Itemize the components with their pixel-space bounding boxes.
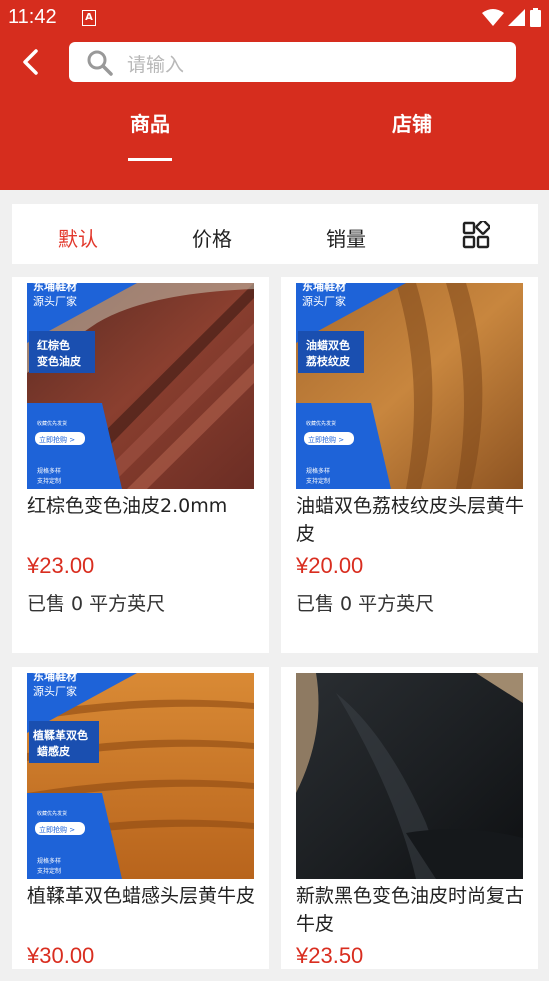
product-title: 红棕色变色油皮2.0mm xyxy=(27,495,228,517)
svg-text:源头厂家: 源头厂家 xyxy=(33,684,77,698)
active-tab-indicator xyxy=(128,158,172,161)
svg-text:红棕色: 红棕色 xyxy=(37,338,70,352)
product-title: 植鞣革双色蜡感头层黄牛皮 xyxy=(27,885,256,907)
search-input[interactable]: 请输入 xyxy=(69,42,516,82)
svg-text:荔枝纹皮: 荔枝纹皮 xyxy=(305,354,350,368)
svg-text:支持定制: 支持定制 xyxy=(37,867,61,875)
sort-bar: 默认 价格 销量 xyxy=(12,204,538,264)
sort-price[interactable]: 价格 xyxy=(192,223,232,252)
svg-text:规格多样: 规格多样 xyxy=(37,467,61,475)
product-sold: 已售 0 平方英尺 xyxy=(296,593,435,615)
svg-text:植鞣革双色: 植鞣革双色 xyxy=(32,728,88,742)
status-bar: 11:42 A xyxy=(0,0,549,36)
product-sold: 已售 0 平方英尺 xyxy=(27,593,166,615)
svg-text:规格多样: 规格多样 xyxy=(306,467,330,475)
product-image xyxy=(296,673,523,879)
wifi-icon xyxy=(482,8,504,26)
svg-text:收藏优先发货: 收藏优先发货 xyxy=(306,420,336,427)
svg-text:变色油皮: 变色油皮 xyxy=(37,354,81,368)
product-image: 东埔鞋材 源头厂家 红棕色 变色油皮 收藏优先发货 立即抢购 > 规格多样 支持… xyxy=(27,283,254,489)
signal-icon xyxy=(508,8,525,26)
svg-text:立即抢购 >: 立即抢购 > xyxy=(39,825,75,834)
system-icons xyxy=(482,8,541,27)
chevron-left-icon xyxy=(23,49,38,75)
banner-sub: 源头厂家 xyxy=(33,294,77,308)
svg-text:规格多样: 规格多样 xyxy=(37,857,61,865)
banner-button: 立即抢购 > xyxy=(39,435,75,444)
sort-default[interactable]: 默认 xyxy=(58,223,98,252)
search-icon xyxy=(87,50,113,76)
svg-text:立即抢购 >: 立即抢购 > xyxy=(308,435,344,444)
product-image: 东埔鞋材 源头厂家 油蜡双色 荔枝纹皮 收藏优先发货 立即抢购 > 规格多样 支… xyxy=(296,283,523,489)
svg-text:支持定制: 支持定制 xyxy=(306,477,330,485)
sort-sales[interactable]: 销量 xyxy=(326,223,366,252)
product-price: ¥23.00 xyxy=(27,553,95,578)
status-time: 11:42 xyxy=(8,6,57,28)
tab-store[interactable]: 店铺 xyxy=(392,108,432,137)
product-card[interactable]: 东埔鞋材 源头厂家 红棕色 变色油皮 收藏优先发货 立即抢购 > 规格多样 支持… xyxy=(12,277,269,653)
svg-text:油蜡双色: 油蜡双色 xyxy=(306,338,350,352)
product-card[interactable]: 东埔鞋材 源头厂家 油蜡双色 荔枝纹皮 收藏优先发货 立即抢购 > 规格多样 支… xyxy=(281,277,538,653)
svg-text:东埔鞋材: 东埔鞋材 xyxy=(33,673,77,683)
product-image: 东埔鞋材 源头厂家 植鞣革双色 蜡感皮 收藏优先发货 立即抢购 > 规格多样 支… xyxy=(27,673,254,879)
search-placeholder: 请输入 xyxy=(127,54,185,76)
banner-brand: 东埔鞋材 xyxy=(33,283,77,293)
svg-text:收藏优先发货: 收藏优先发货 xyxy=(37,810,67,817)
header: 11:42 A 请输入 商品 店铺 xyxy=(0,0,549,190)
product-price: ¥30.00 xyxy=(27,943,95,968)
product-price: ¥23.50 xyxy=(296,943,364,968)
back-button[interactable] xyxy=(14,44,50,80)
tab-goods[interactable]: 商品 xyxy=(130,108,170,137)
grid-view-icon[interactable] xyxy=(462,221,490,249)
svg-text:源头厂家: 源头厂家 xyxy=(302,294,346,308)
svg-text:蜡感皮: 蜡感皮 xyxy=(37,744,70,758)
product-title: 油蜡双色荔枝纹皮头层黄牛皮 xyxy=(296,495,525,545)
product-card[interactable]: 新款黑色变色油皮时尚复古牛皮 ¥23.50 xyxy=(281,667,538,981)
notification-app-icon: A xyxy=(82,10,96,26)
product-card[interactable]: 东埔鞋材 源头厂家 植鞣革双色 蜡感皮 收藏优先发货 立即抢购 > 规格多样 支… xyxy=(12,667,269,981)
banner-slogan: 收藏优先发货 xyxy=(37,420,67,427)
svg-text:东埔鞋材: 东埔鞋材 xyxy=(302,283,346,293)
product-price: ¥20.00 xyxy=(296,553,364,578)
battery-icon xyxy=(530,8,541,27)
svg-text:支持定制: 支持定制 xyxy=(37,477,61,485)
product-title: 新款黑色变色油皮时尚复古牛皮 xyxy=(296,885,525,935)
bottom-edge xyxy=(0,969,549,981)
